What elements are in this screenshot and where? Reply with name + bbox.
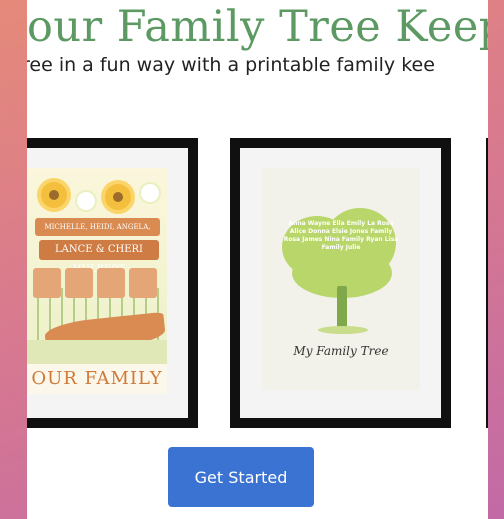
main-panel: our Family Tree Keep ree in a fun way wi… — [27, 0, 488, 519]
page-title: our Family Tree Keep — [27, 2, 488, 52]
family-print-frame-tree[interactable]: Anna Wayne Ella Emily La Rose Alice Donn… — [230, 138, 451, 428]
sunflower-icon — [41, 182, 67, 208]
print-caption: My Family Tree — [293, 344, 389, 358]
tree-trunk — [337, 286, 347, 331]
family-print-frame-sunflower[interactable]: MICHELLE, HEIDI, ANGELA, PAUL LANCE & CH… — [27, 138, 198, 428]
branch-box — [129, 268, 157, 298]
print-couple-ribbon: LANCE & CHERI HULBERT — [39, 240, 159, 275]
next-frame-edge — [486, 138, 488, 428]
word-tree-print: Anna Wayne Ella Emily La Rose Alice Donn… — [262, 168, 420, 390]
page-subtitle: ree in a fun way with a printable family… — [27, 54, 435, 76]
tree-word-cloud: Anna Wayne Ella Emily La Rose Alice Donn… — [283, 220, 399, 251]
branch-box — [97, 268, 125, 298]
daisy-icon — [75, 190, 97, 212]
sunflower-icon — [105, 184, 131, 210]
print-names-ribbon: MICHELLE, HEIDI, ANGELA, PAUL — [35, 218, 160, 249]
frame-mat: Anna Wayne Ella Emily La Rose Alice Donn… — [240, 148, 441, 418]
daisy-icon — [139, 182, 161, 204]
print-caption: OUR FAMILY — [27, 364, 167, 394]
branch-box — [65, 268, 93, 298]
sunflower-family-print: MICHELLE, HEIDI, ANGELA, PAUL LANCE & CH… — [27, 168, 167, 394]
branch-box — [33, 268, 61, 298]
frame-mat: MICHELLE, HEIDI, ANGELA, PAUL LANCE & CH… — [27, 148, 188, 418]
get-started-button[interactable]: Get Started — [168, 447, 314, 507]
